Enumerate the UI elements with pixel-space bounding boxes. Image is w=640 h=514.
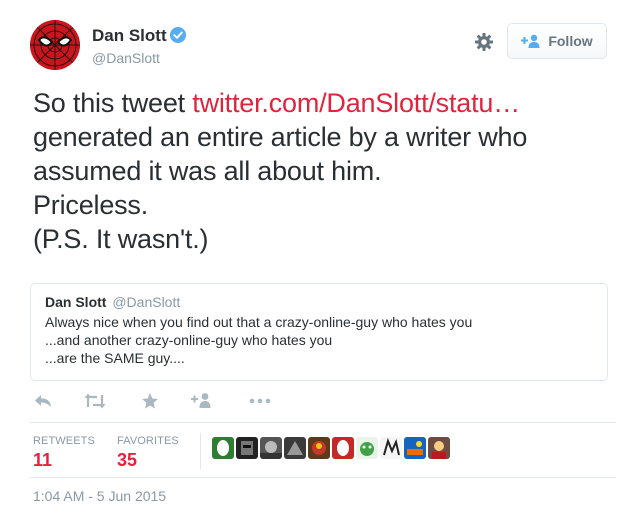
retweet-icon[interactable] (84, 392, 106, 412)
quoted-tweet-header: Dan Slott @DanSlott (45, 293, 593, 311)
favorites-label: FAVORITES (117, 435, 179, 447)
favoriter-avatar[interactable] (380, 437, 402, 459)
stats-divider (200, 433, 201, 469)
favoriter-avatar[interactable] (260, 437, 282, 459)
retweets-stat[interactable]: RETWEETS 11 (33, 435, 95, 471)
gear-icon[interactable] (474, 32, 494, 52)
tweet-line-4: Priceless. (33, 190, 149, 220)
follow-button[interactable]: Follow (507, 23, 607, 59)
favorites-stat[interactable]: FAVORITES 35 (117, 435, 179, 471)
tweet-link[interactable]: twitter.com/DanSlott/statu… (192, 88, 520, 118)
tweet-stats: RETWEETS 11 FAVORITES 35 (30, 422, 616, 478)
quoted-author-name: Dan Slott (45, 294, 107, 310)
favoriter-avatar[interactable] (332, 437, 354, 459)
quoted-author-handle: @DanSlott (112, 294, 181, 310)
reply-icon[interactable] (34, 392, 52, 412)
tweet-line-1: So this tweet twitter.com/DanSlott/statu… (33, 86, 613, 120)
tweet-header: Dan Slott @DanSlott Follow (30, 20, 616, 72)
tweet-timestamp[interactable]: 1:04 AM - 5 Jun 2015 (33, 488, 166, 504)
favoriter-avatar[interactable] (356, 437, 378, 459)
tweet-line-1-text: So this tweet (33, 88, 193, 118)
quoted-line-2: ...and another crazy-online-guy who hate… (45, 332, 333, 348)
verified-badge-icon (169, 27, 186, 43)
author-names: Dan Slott @DanSlott (92, 26, 186, 66)
quoted-tweet[interactable]: Dan Slott @DanSlott Always nice when you… (30, 283, 608, 381)
favoriter-avatar[interactable] (308, 437, 330, 459)
favoriter-avatar[interactable] (284, 437, 306, 459)
favoriter-avatar[interactable] (404, 437, 426, 459)
tweet-line-5: (P.S. It wasn't.) (33, 224, 209, 254)
follow-button-label: Follow (548, 33, 593, 49)
author-handle[interactable]: @DanSlott (92, 50, 186, 66)
retweets-count: 11 (33, 450, 53, 470)
quoted-line-1: Always nice when you find out that a cra… (45, 314, 473, 330)
tweet-line-3: assumed it was all about him. (33, 156, 382, 186)
favoriter-avatar[interactable] (212, 437, 234, 459)
tweet-actions (34, 392, 334, 412)
quoted-tweet-text: Always nice when you find out that a cra… (45, 313, 593, 367)
tweet-line-2: generated an entire article by a writer … (33, 122, 528, 152)
follow-plus-icon (521, 34, 541, 48)
favorites-count: 35 (117, 450, 138, 470)
favoriter-avatars (212, 437, 452, 461)
tweet-text: So this tweet twitter.com/DanSlott/statu… (33, 86, 613, 256)
spiderman-mask-avatar[interactable] (30, 20, 80, 70)
favoriter-avatar[interactable] (428, 437, 450, 459)
quoted-line-3: ...are the SAME guy.... (45, 350, 185, 366)
author-display-name[interactable]: Dan Slott (92, 26, 167, 46)
favoriter-avatar[interactable] (236, 437, 258, 459)
more-dots-icon[interactable] (249, 396, 271, 416)
follow-plus-icon[interactable] (191, 392, 213, 412)
retweets-label: RETWEETS (33, 435, 95, 447)
favorite-star-icon[interactable] (141, 392, 159, 412)
